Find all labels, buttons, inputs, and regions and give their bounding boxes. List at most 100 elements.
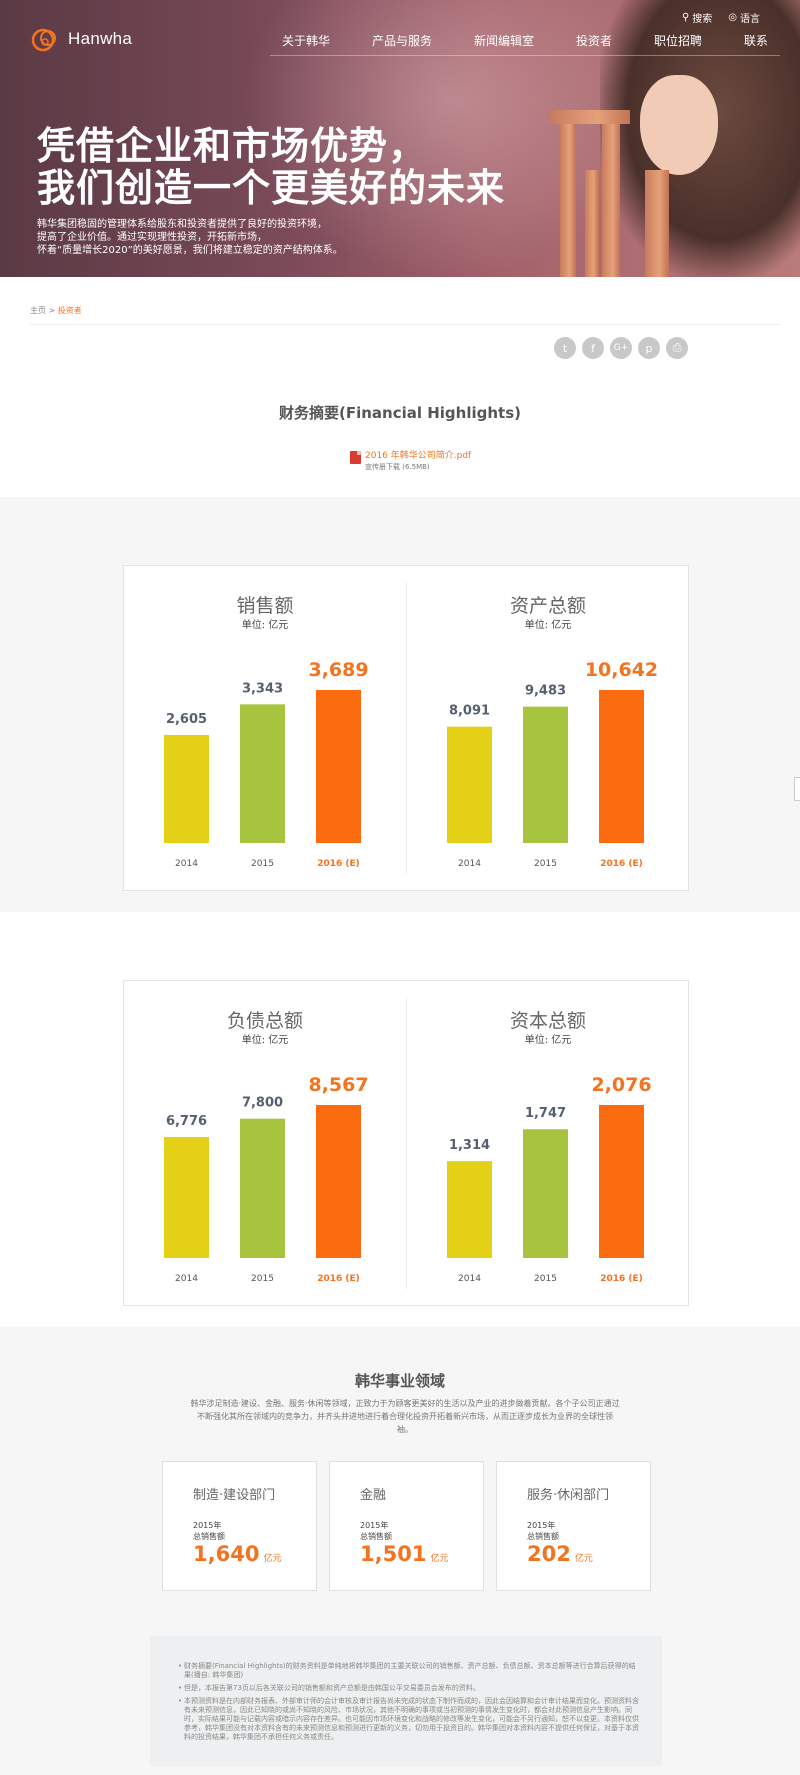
business-box-manufacturing[interactable]: 制造·建设部门 2015年 总销售额 1,640 亿元 — [162, 1461, 317, 1591]
google-plus-icon[interactable]: G+ — [610, 337, 632, 359]
logo-text: Hanwha — [68, 29, 133, 48]
bar-value-label: 10,642 — [585, 659, 658, 681]
business-value: 1,640 亿元 — [193, 1542, 281, 1566]
chart-total-equity: 资本总额单位: 亿元 1,314 2014 1,747 2015 2,076 2016 (E… — [447, 1010, 652, 1284]
bar-2016E — [599, 690, 644, 843]
business-box-service[interactable]: 服务·休闲部门 2015年 总销售额 202 亿元 — [496, 1461, 651, 1591]
bar-2015 — [240, 704, 285, 843]
breadcrumb: 主页 > 投资者 — [30, 305, 82, 316]
language-link[interactable]: ◎ 语言 — [728, 10, 760, 25]
business-value: 202 亿元 — [527, 1542, 593, 1566]
x-tick-label: 2015 — [534, 859, 557, 869]
twitter-icon[interactable]: t — [554, 337, 576, 359]
x-tick-label: 2015 — [251, 1274, 274, 1284]
chart-unit: 单位: 亿元 — [525, 618, 572, 631]
bar-2014 — [164, 734, 209, 843]
business-name: 金融 — [360, 1488, 387, 1503]
print-icon[interactable]: ⎙ — [666, 337, 688, 359]
pdf-download[interactable]: 2016 年韩华公司简介.pdf 宣传册下载 (6.5MB) — [350, 451, 471, 472]
chart-title: 负债总额 — [227, 1010, 303, 1032]
pdf-icon — [350, 451, 361, 464]
social-share: t f G+ p ⎙ — [554, 337, 688, 359]
business-sales-label: 总销售额 — [527, 1532, 559, 1541]
hanwha-logo[interactable]: Hanwha — [30, 25, 132, 53]
business-name: 服务·休闲部门 — [527, 1488, 610, 1503]
search-link[interactable]: ⚲ 搜索 — [682, 10, 712, 25]
bar-2016E — [316, 690, 361, 843]
financial-title: 财务摘要(Financial Highlights) — [278, 404, 521, 422]
nav-contact[interactable]: 联系 — [744, 32, 768, 55]
nav-investors[interactable]: 投资者 — [576, 32, 612, 55]
chart-title: 资本总额 — [510, 1010, 586, 1032]
hero-title-line1: 凭借企业和市场优势， — [37, 124, 428, 168]
bar-value-label: 1,314 — [449, 1138, 490, 1153]
business-value-unit: 亿元 — [430, 1554, 449, 1564]
hero-title-line2: 我们创造一个更美好的未来 — [37, 166, 506, 210]
x-tick-label: 2014 — [458, 1274, 481, 1284]
x-tick-label: 2016 (E) — [317, 859, 360, 869]
bar-2016E — [316, 1105, 361, 1258]
business-year-text: 2015年 — [527, 1521, 556, 1530]
hero-banner: Hanwha ⚲ 搜索 ◎ 语言 关于韩华 产品与服务 新闻编辑室 投资者 职位… — [0, 0, 800, 277]
business-box-finance[interactable]: 金融 2015年 总销售额 1,501 亿元 — [329, 1461, 484, 1591]
business-sales-label: 总销售额 — [360, 1532, 392, 1541]
pdf-link[interactable]: 2016 年韩华公司简介.pdf — [365, 451, 471, 462]
bar-value-label: 2,605 — [166, 712, 207, 727]
globe-icon: ◎ — [728, 12, 737, 23]
business-year-text: 2015年 — [193, 1521, 222, 1530]
bar-2014 — [447, 1161, 492, 1258]
breadcrumb-home[interactable]: 主页 — [30, 306, 46, 315]
bar-2015 — [523, 1129, 568, 1258]
nav-products[interactable]: 产品与服务 — [372, 32, 432, 55]
chart-unit: 单位: 亿元 — [242, 1033, 289, 1046]
business-year: 2015年 总销售额 — [360, 1520, 392, 1542]
business-description: 韩华涉足制造·建设、金融、服务·休闲等领域，正致力于为顾客更美好的生活以及产业的… — [190, 1399, 620, 1434]
hero-description: 韩华集团稳固的管理体系给股东和投资者提供了良好的投资环境， 提高了企业价值。通过… — [37, 218, 343, 257]
business-sales-label: 总销售额 — [193, 1532, 225, 1541]
x-tick-label: 2014 — [175, 859, 198, 869]
business-name: 制造·建设部门 — [193, 1488, 276, 1503]
main-nav: 关于韩华 产品与服务 新闻编辑室 投资者 职位招聘 联系 — [270, 32, 780, 56]
note-item: 财务摘要(Financial Highlights)的财务资料是单纯地将韩华集团… — [178, 1662, 642, 1680]
chart-sales: 销售额单位: 亿元 2,605 2014 3,343 2015 3,689 2016 (E) — [164, 595, 369, 869]
bar-value-label: 1,747 — [525, 1106, 566, 1121]
bar-value-label: 3,343 — [242, 681, 283, 696]
business-year: 2015年 总销售额 — [193, 1520, 225, 1542]
hero-girl-face — [640, 75, 718, 175]
language-label: 语言 — [740, 14, 760, 25]
hero-desc-line1: 韩华集团稳固的管理体系给股东和投资者提供了良好的投资环境， — [37, 219, 327, 230]
chart-card-2: 负债总额 单位: 亿元 6,776 2014 7,800 2015 8,567 2016 (E… — [123, 980, 689, 1306]
bar-value-label: 8,091 — [449, 704, 490, 719]
note-item: 本预测资料是在内部财务报表、外部审计师的会计审核及审计报告尚未完成的状态下制作而… — [178, 1697, 642, 1742]
chart-unit: 单位: 亿元 — [242, 618, 289, 631]
business-value: 1,501 亿元 — [360, 1542, 448, 1566]
bar-value-label: 6,776 — [166, 1114, 207, 1129]
nav-about[interactable]: 关于韩华 — [282, 32, 330, 55]
facebook-icon[interactable]: f — [582, 337, 604, 359]
nav-careers[interactable]: 职位招聘 — [654, 32, 702, 55]
hero-desc-line3: 怀着“质量增长2020”的美好愿景，我们将建立稳定的资产结构体系。 — [37, 245, 343, 256]
disclaimer-notes: 财务摘要(Financial Highlights)的财务资料是单纯地将韩华集团… — [150, 1636, 662, 1766]
business-year: 2015年 总销售额 — [527, 1520, 559, 1542]
breadcrumb-divider — [30, 324, 780, 325]
chart-title: 销售额 — [236, 595, 293, 617]
business-year-text: 2015年 — [360, 1521, 389, 1530]
nav-newsroom[interactable]: 新闻编辑室 — [474, 32, 534, 55]
chart-total-liabilities: 负债总额单位: 亿元 6,776 2014 7,800 2015 8,567 2016 (E… — [164, 1010, 369, 1284]
bar-value-label: 2,076 — [591, 1074, 651, 1096]
business-value-unit: 亿元 — [263, 1554, 282, 1564]
side-scroll-tab[interactable] — [794, 777, 800, 801]
pinterest-icon[interactable]: p — [638, 337, 660, 359]
breadcrumb-separator: > — [46, 306, 58, 315]
x-tick-label: 2016 (E) — [600, 859, 643, 869]
note-item: 但是，本报告第73页以后各关联公司的销售额和资产总额是由韩国公平交易委员会发布的… — [178, 1684, 642, 1693]
business-value-number: 202 — [527, 1542, 571, 1566]
business-title: 韩华事业领域 — [354, 1372, 445, 1390]
breadcrumb-current[interactable]: 投资者 — [58, 306, 82, 315]
business-value-number: 1,640 — [193, 1542, 260, 1566]
x-tick-label: 2015 — [534, 1274, 557, 1284]
bar-2015 — [523, 706, 568, 843]
chart-title: 资产总额 — [510, 595, 586, 617]
x-tick-label: 2014 — [458, 859, 481, 869]
pdf-size: 宣传册下载 (6.5MB) — [365, 463, 430, 471]
